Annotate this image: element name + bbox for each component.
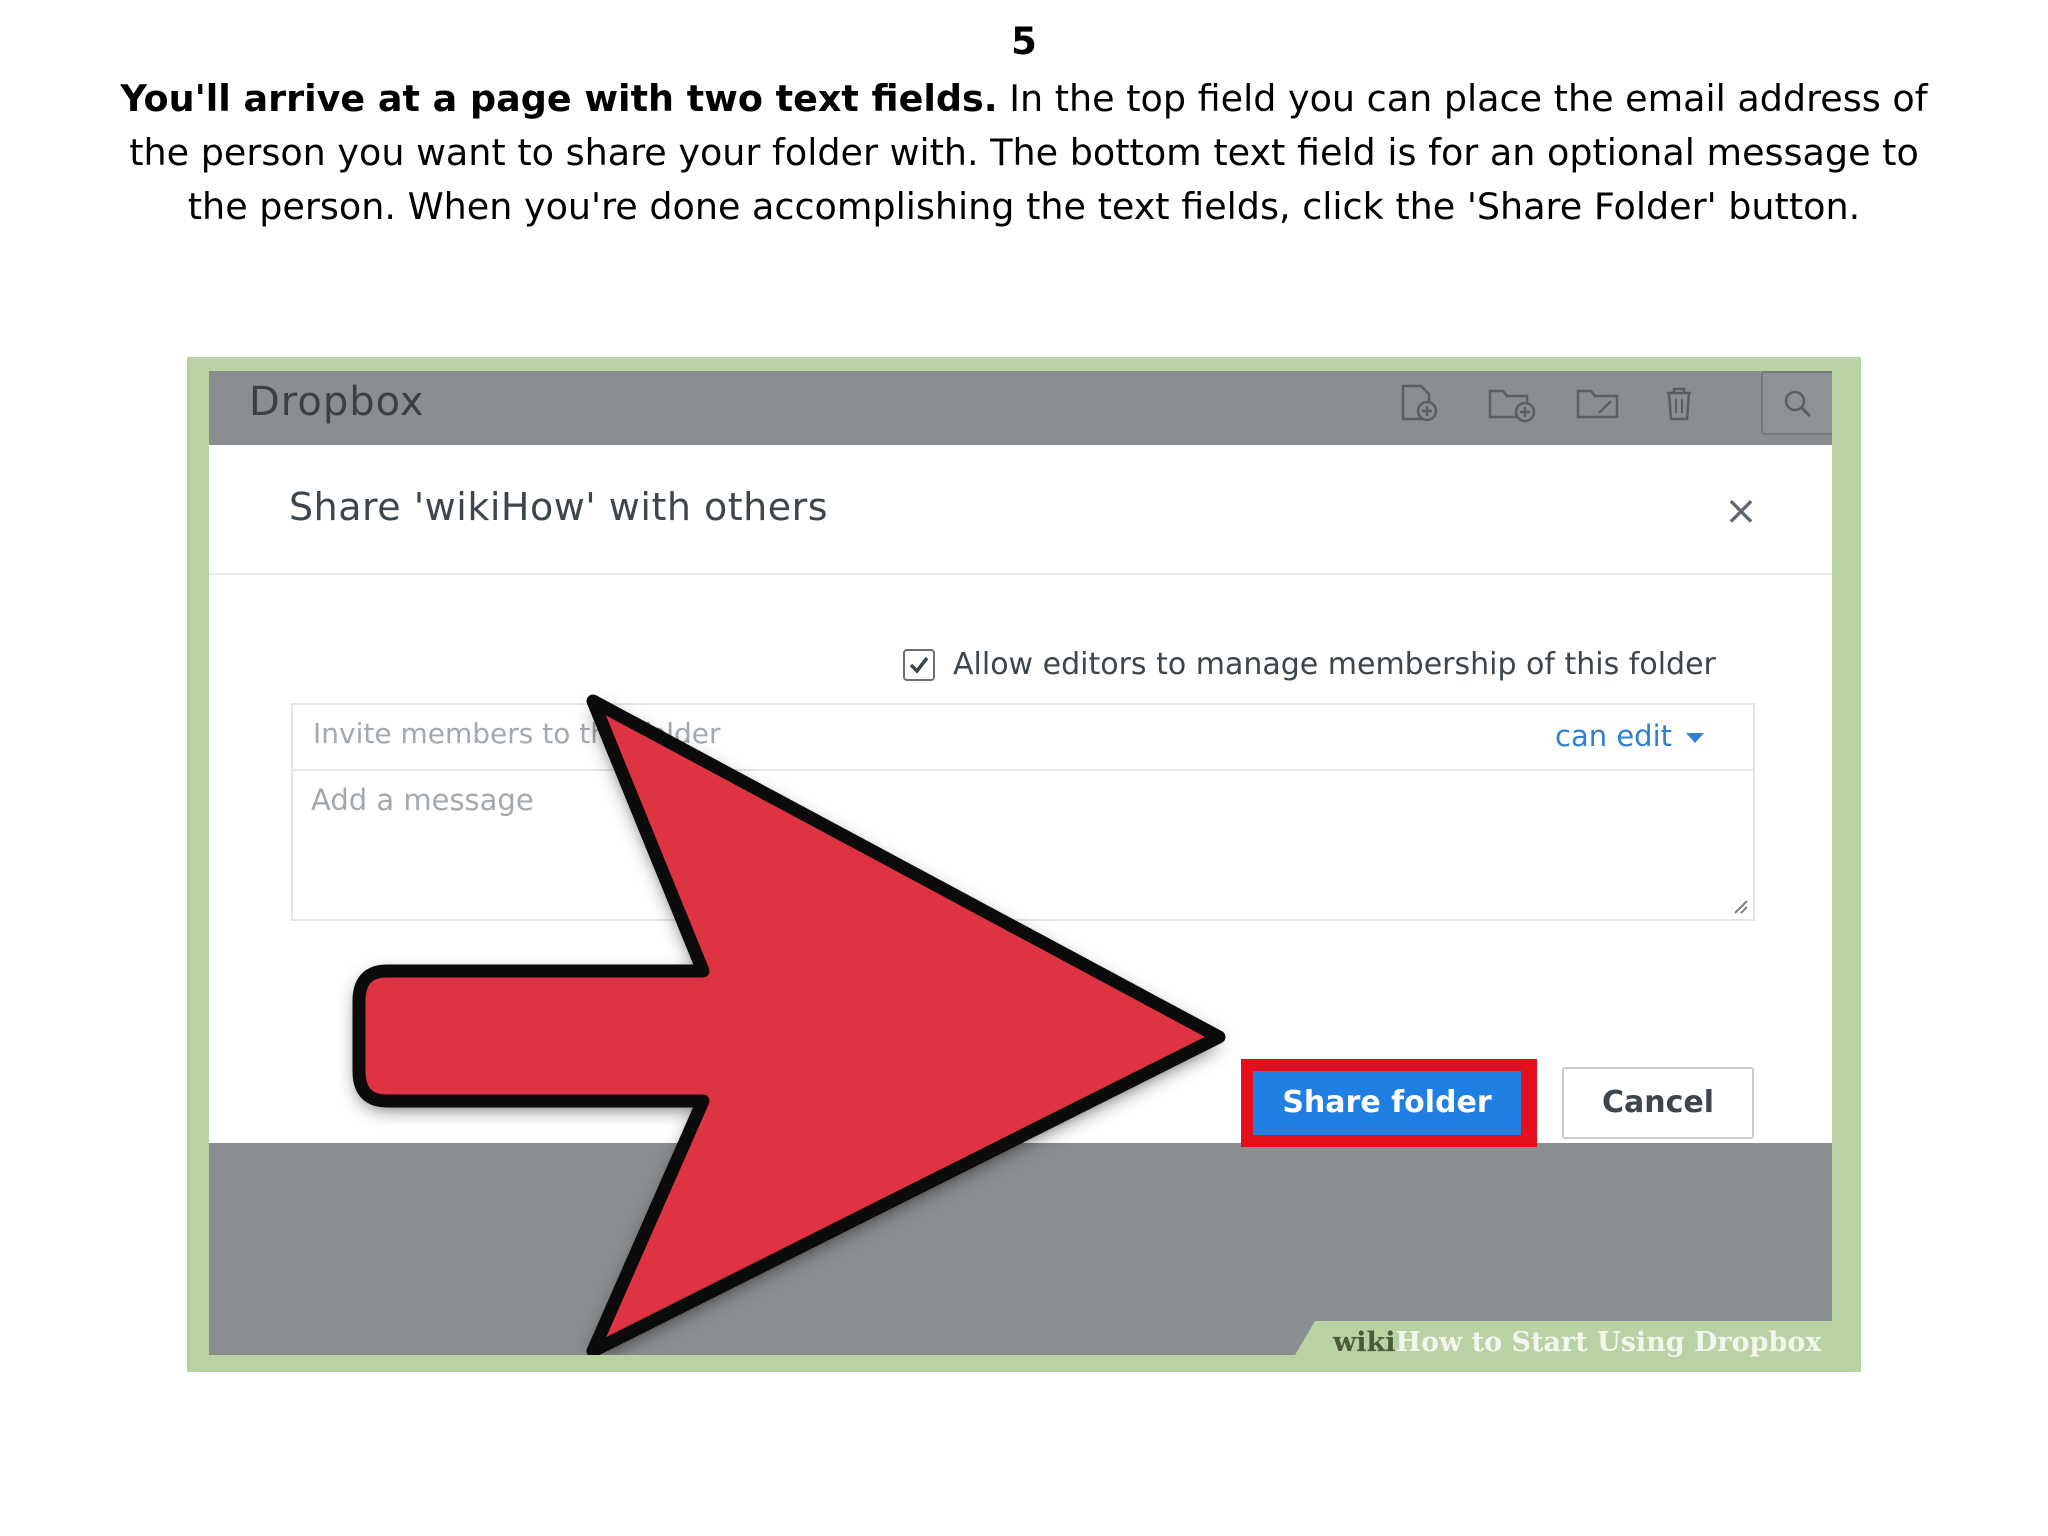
step-lead: You'll arrive at a page with two text fi…: [120, 77, 998, 120]
screenshot-figure: Dropbox Share 'wikiHow' with others × Al…: [187, 357, 1861, 1372]
dropbox-window: Dropbox Share 'wikiHow' with others × Al…: [209, 371, 1832, 1355]
wikihow-watermark: wikiHow to Start Using Dropbox: [1285, 1321, 1861, 1372]
step-number: 5: [1011, 20, 1037, 63]
pointer-arrow-icon: [352, 694, 1226, 1355]
step-instruction: You'll arrive at a page with two text fi…: [110, 72, 1938, 234]
watermark-wiki: wiki: [1333, 1327, 1396, 1358]
watermark-title: How to Start Using Dropbox: [1395, 1327, 1822, 1358]
